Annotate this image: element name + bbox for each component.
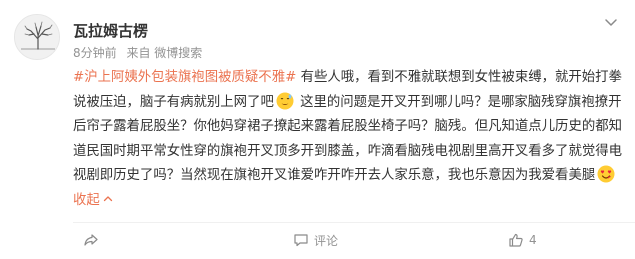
- share-button[interactable]: [83, 229, 104, 251]
- awkward-emoji-icon: [276, 92, 294, 109]
- chevron-down-icon[interactable]: [603, 14, 619, 30]
- post-meta: 8分钟前 来自 微博搜索: [73, 44, 208, 61]
- share-icon: [84, 234, 98, 246]
- action-bar: 评论 4: [73, 229, 635, 251]
- comment-icon: [294, 234, 308, 247]
- post-time[interactable]: 8分钟前: [73, 46, 117, 60]
- username[interactable]: 瓦拉姆古楞: [73, 20, 148, 41]
- like-button[interactable]: 4: [508, 229, 537, 251]
- collapse-label: 收起: [73, 192, 100, 208]
- hashtag-link[interactable]: #沪上阿姨外包装旗袍图被质疑不雅#: [73, 70, 296, 85]
- heart-eyes-emoji-icon: [597, 165, 615, 183]
- comment-button[interactable]: 评论: [293, 229, 338, 251]
- post-text: #沪上阿姨外包装旗袍图被质疑不雅# 有些人哦，看到不雅就联想到女性被束缚，就开始…: [73, 66, 623, 213]
- weibo-post-card: 瓦拉姆古楞 8分钟前 来自 微博搜索 #沪上阿姨外包装旗袍图被质疑不雅# 有些人…: [0, 0, 635, 259]
- divider: [73, 222, 635, 223]
- post-source: 来自 微博搜索: [126, 46, 203, 60]
- like-count: 4: [529, 233, 537, 247]
- comment-label: 评论: [314, 233, 339, 248]
- tree-avatar-icon: [15, 15, 59, 59]
- thumbs-up-icon: [509, 233, 523, 247]
- chevron-up-icon: [103, 195, 112, 201]
- collapse-link[interactable]: 收起: [73, 193, 114, 208]
- avatar[interactable]: [14, 14, 60, 60]
